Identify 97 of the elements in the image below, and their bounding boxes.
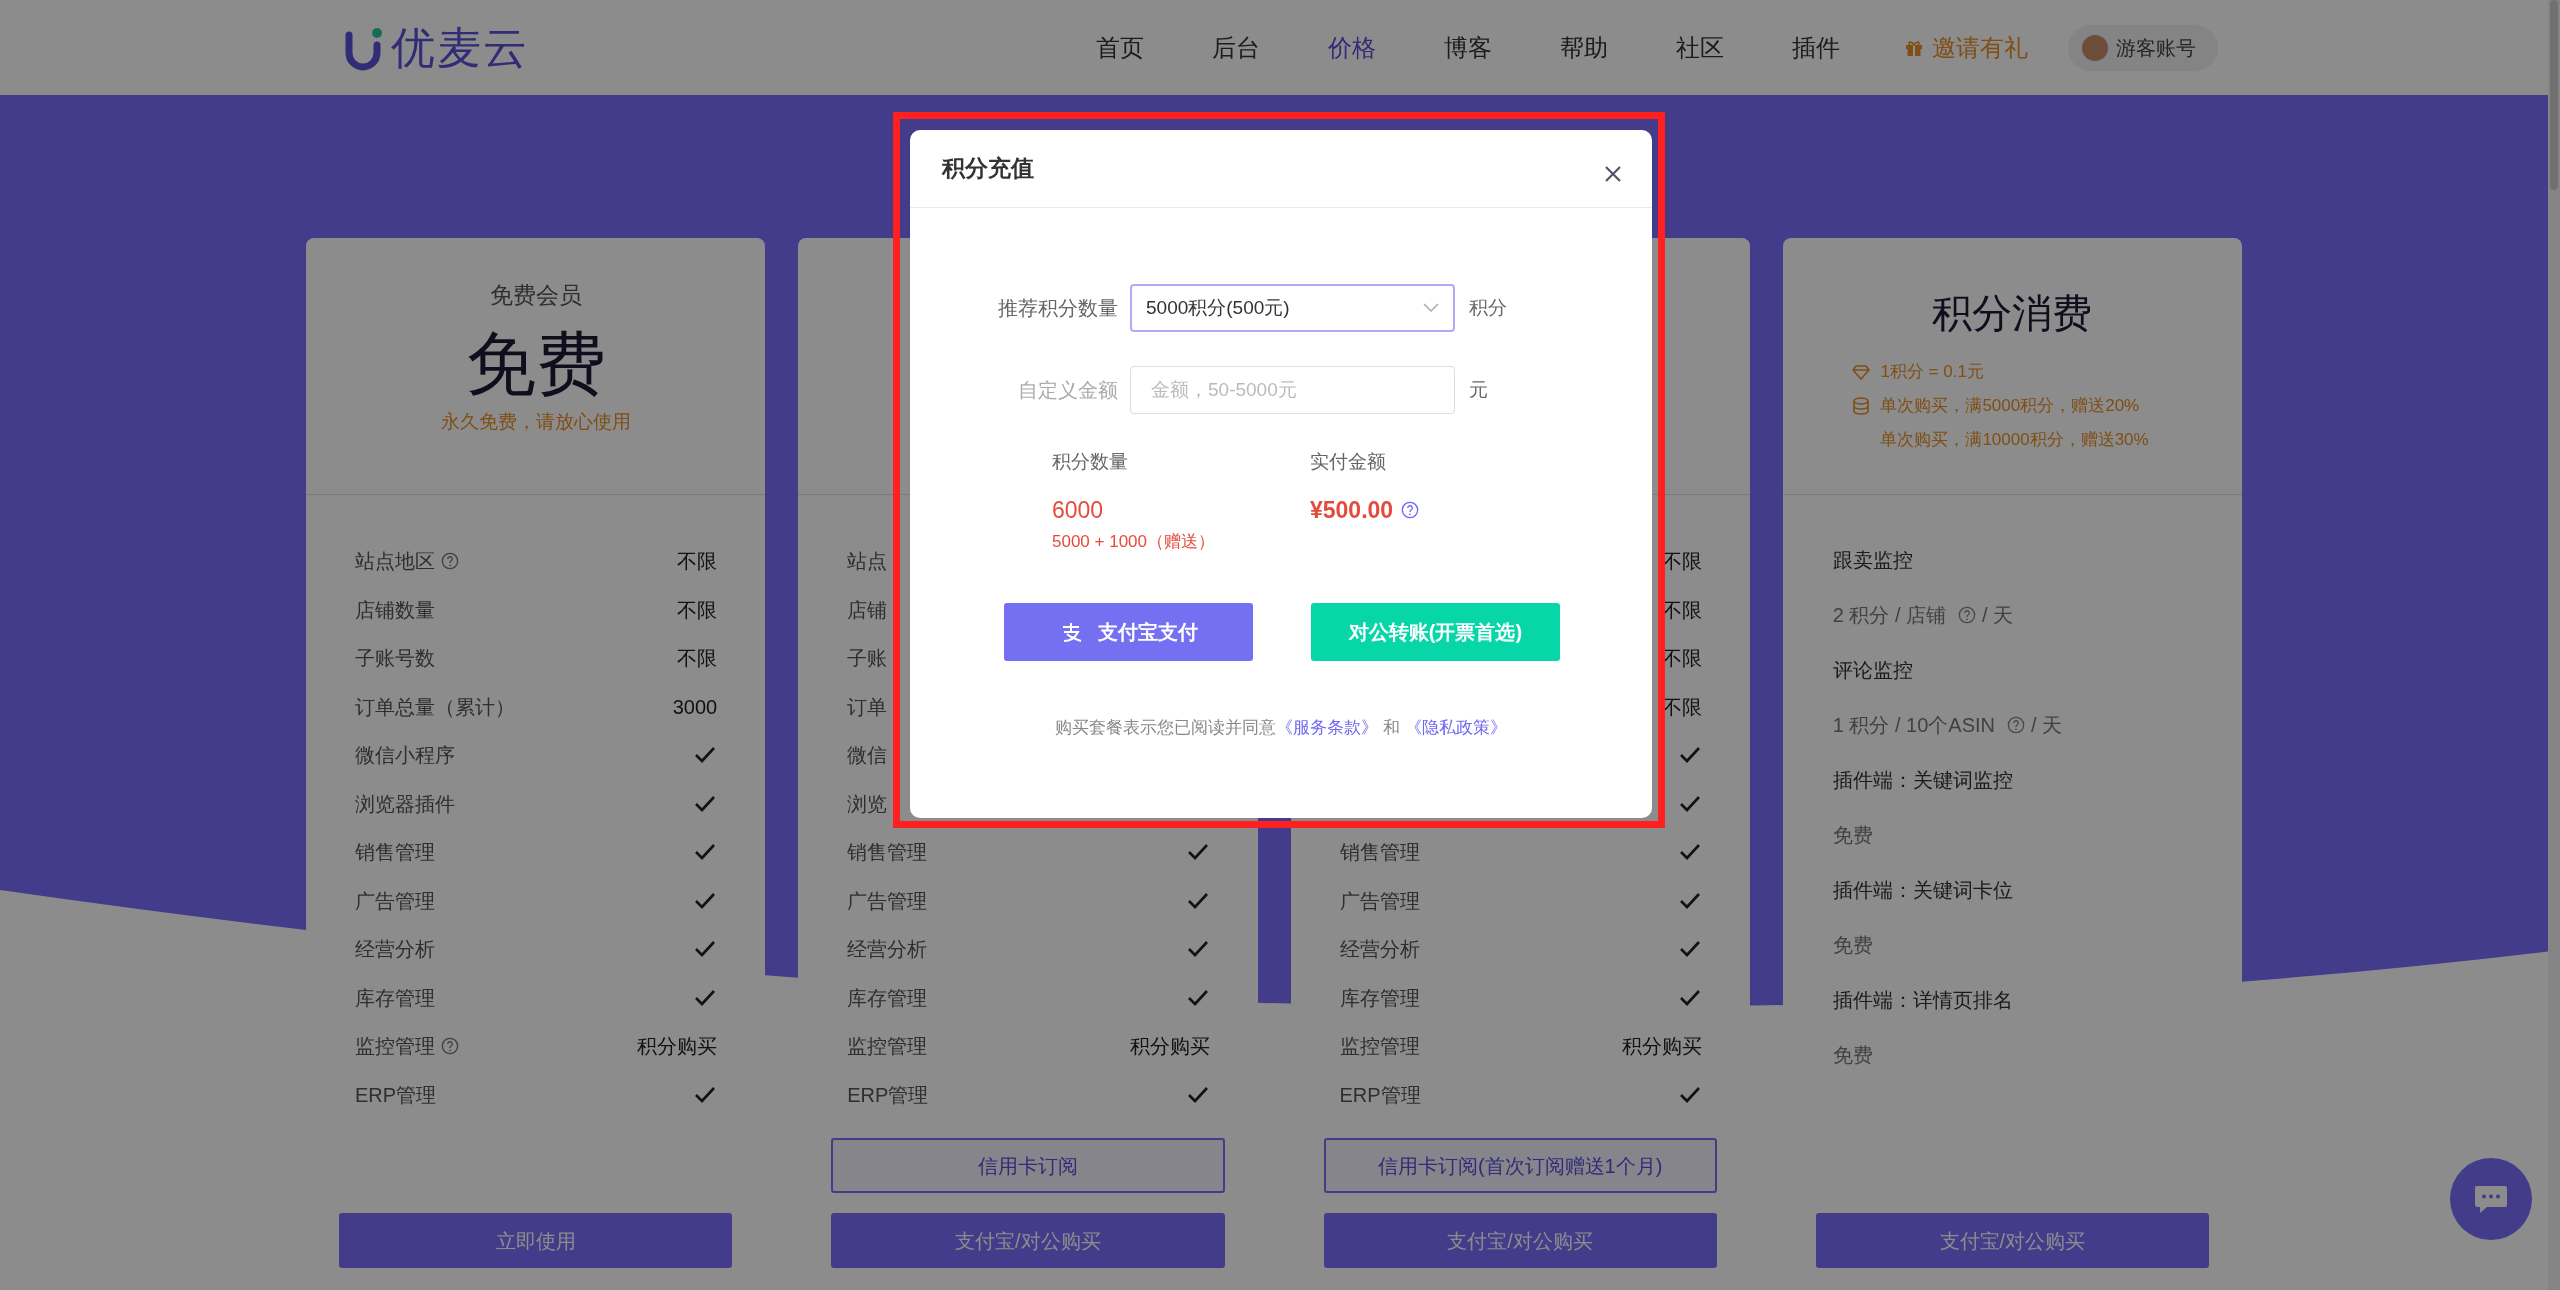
amount-input[interactable]: 金额，50-5000元 <box>1130 366 1455 414</box>
feature-label: 库存管理 <box>847 985 928 1011</box>
feature-label: 子账号数 <box>355 646 435 672</box>
feature-label: 广告管理 <box>847 888 928 914</box>
unit-label: 积分 <box>1469 295 1507 320</box>
feature-label: 订单 <box>847 694 888 720</box>
feature-label: 广告管理 <box>355 888 435 914</box>
plan-title: 积分消费 <box>1932 290 2093 337</box>
feature-label: 销售管理 <box>847 840 928 866</box>
feature-label: ERP管理 <box>1339 1082 1421 1108</box>
feature-value: 3000 <box>672 694 718 720</box>
feature-value: 不限 <box>677 646 718 672</box>
chevron-down-icon <box>1423 303 1439 313</box>
feature-label: 店铺 <box>847 597 888 623</box>
usage-unit: / 天 <box>2031 713 2063 738</box>
nav-link[interactable]: 后台 <box>1177 29 1294 66</box>
usage-name: 评论监控 <box>1832 658 1914 683</box>
plan-note: 永久免费，请放心使用 <box>440 410 631 434</box>
nav-link[interactable]: 价格 <box>1293 29 1410 66</box>
summary-label: 实付金额 <box>1310 450 1387 474</box>
feature-value: 不限 <box>677 597 718 623</box>
feature-label: 库存管理 <box>1339 985 1420 1011</box>
diamond-icon <box>1852 363 1871 381</box>
field-label: 推荐积分数量 <box>997 296 1119 321</box>
nav-link[interactable]: 帮助 <box>1525 29 1642 66</box>
buy-button[interactable]: 立即使用 <box>339 1213 733 1268</box>
plan-price: 免费 <box>465 323 606 405</box>
buy-button[interactable]: 支付宝/对公购买 <box>1323 1213 1717 1268</box>
feature-label: ERP管理 <box>847 1082 929 1108</box>
feature-label: 销售管理 <box>1339 840 1420 866</box>
usage-price: 免费 <box>1832 1043 1873 1068</box>
usage-name: 跟卖监控 <box>1832 548 1914 573</box>
feature-label: 浏览 <box>847 791 888 817</box>
feature-label: 广告管理 <box>1339 888 1420 914</box>
perk-text: 单次购买，满5000积分，赠送20% <box>1880 395 2140 418</box>
select-value: 5000积分(500元) <box>1146 295 1290 320</box>
agreement-text: 购买套餐表示您已阅读并同意《服务条款》 和 《隐私政策》 <box>1054 716 1508 739</box>
feature-label: 子账 <box>847 646 888 672</box>
usage-name: 插件端：关键词卡位 <box>1832 878 2014 903</box>
avatar-icon <box>2081 34 2108 61</box>
usage-price: 1 积分 / 10个ASIN <box>1832 713 1996 738</box>
terms-link[interactable]: 《服务条款》 <box>1276 717 1379 737</box>
help-icon <box>1401 500 1420 519</box>
feature-label: 店铺数量 <box>355 597 435 623</box>
feature-value: 积分购买 <box>637 1034 718 1060</box>
perk-text: 单次购买，满10000积分，赠送30% <box>1880 429 2149 452</box>
usage-price: 2 积分 / 店铺 <box>1832 603 1947 628</box>
buy-button[interactable]: 支付宝/对公购买 <box>831 1213 1225 1268</box>
scrollbar[interactable] <box>2548 0 2560 1290</box>
nav-link[interactable]: 插件 <box>1757 29 1874 66</box>
feature-label: 站点 <box>847 549 888 575</box>
feature-label: 经营分析 <box>355 937 435 963</box>
buy-button[interactable]: 支付宝/对公购买 <box>1815 1213 2209 1268</box>
subscribe-button[interactable]: 信用卡订阅(首次订阅赠送1个月) <box>1323 1138 1717 1193</box>
chat-icon <box>2473 1183 2509 1215</box>
subscribe-button[interactable]: 信用卡订阅 <box>831 1138 1225 1193</box>
plan-title: 免费会员 <box>489 281 582 310</box>
usage-unit: / 天 <box>1982 603 2014 628</box>
points-total: 6000 <box>1052 495 1105 525</box>
alipay-button[interactable]: 支付宝支付 <box>1004 602 1253 661</box>
usage-price: 免费 <box>1832 823 1873 848</box>
feature-label: 经营分析 <box>847 937 928 963</box>
usage-price: 免费 <box>1832 933 1873 958</box>
nav-link[interactable]: 首页 <box>1061 29 1178 66</box>
feature-label: 微信小程序 <box>355 743 455 769</box>
feature-label: 监控管理 <box>1339 1034 1420 1060</box>
feature-label: ERP管理 <box>355 1082 437 1108</box>
feature-value: 积分购买 <box>1129 1034 1210 1060</box>
invite-link[interactable]: 邀请有礼 <box>1903 29 2028 66</box>
summary-label: 积分数量 <box>1052 450 1129 474</box>
perk-text: 1积分 = 0.1元 <box>1880 361 1984 384</box>
account-button[interactable]: 游客账号 <box>2067 24 2218 71</box>
feature-label: 监控管理 <box>847 1034 928 1060</box>
feature-label: 订单总量（累计） <box>355 694 515 720</box>
dialog-title: 积分充值 <box>942 154 1034 184</box>
nav-link[interactable]: 社区 <box>1641 29 1758 66</box>
feature-label: 销售管理 <box>355 840 435 866</box>
feature-label: 经营分析 <box>1339 937 1420 963</box>
usage-name: 插件端：关键词监控 <box>1832 768 2014 793</box>
field-label: 自定义金额 <box>1017 378 1119 403</box>
feature-value: 积分购买 <box>1621 1034 1702 1060</box>
logo-text[interactable]: 优麦云 <box>390 14 529 81</box>
invite-text: 邀请有礼 <box>1931 32 2028 63</box>
feature-label: 监控管理 <box>355 1034 435 1060</box>
nav-link[interactable]: 博客 <box>1409 29 1526 66</box>
feature-label: 浏览器插件 <box>355 791 455 817</box>
feature-value: 不限 <box>677 549 718 575</box>
feature-label: 库存管理 <box>355 985 435 1011</box>
usage-name: 插件端：详情页排名 <box>1832 988 2014 1013</box>
feature-label: 微信 <box>847 743 888 769</box>
coins-icon <box>1852 397 1871 415</box>
points-breakdown: 5000 + 1000（赠送） <box>1052 531 1216 553</box>
paid-amount: ¥500.00 <box>1310 495 1394 525</box>
unit-label: 元 <box>1469 377 1488 402</box>
privacy-link[interactable]: 《隐私政策》 <box>1404 717 1507 737</box>
points-select[interactable]: 5000积分(500元) <box>1130 284 1455 332</box>
feature-label: 站点地区 <box>355 549 435 575</box>
